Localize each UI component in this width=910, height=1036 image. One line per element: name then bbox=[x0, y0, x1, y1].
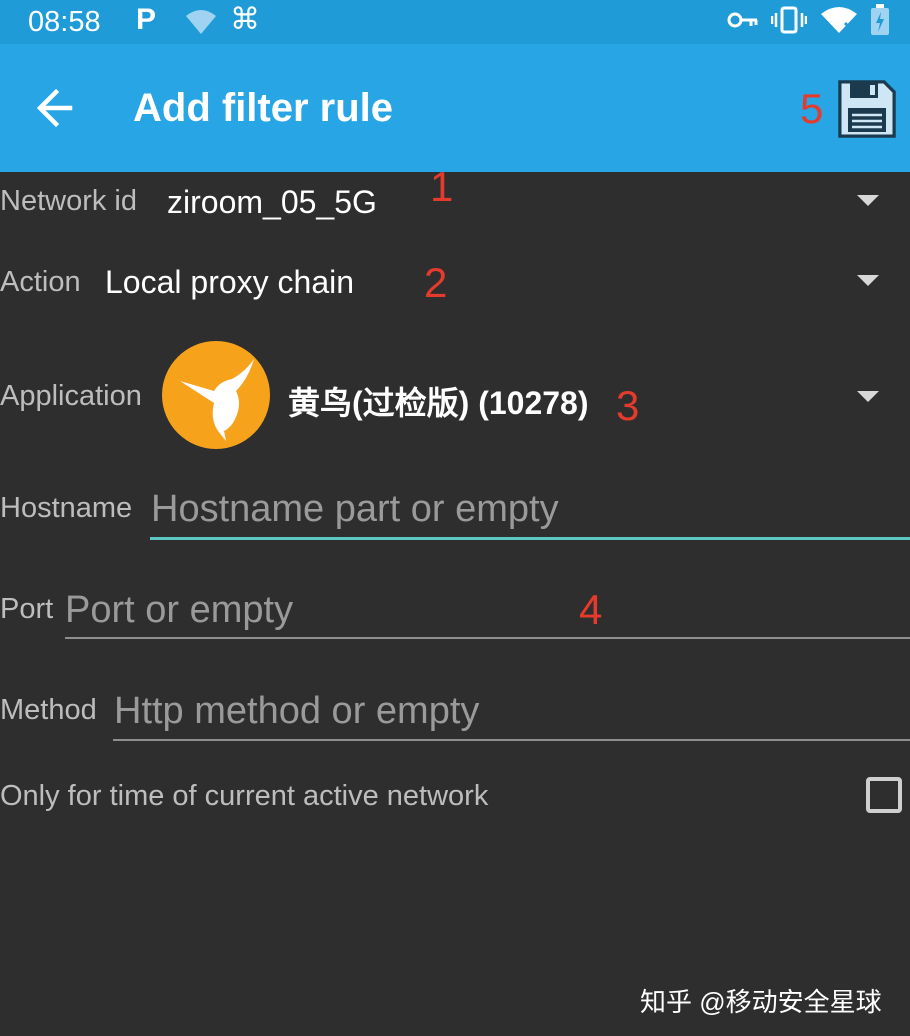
action-value[interactable]: Local proxy chain bbox=[105, 264, 354, 301]
application-value[interactable]: 黄鸟(过检版) (10278) bbox=[288, 378, 589, 424]
annotation-1: 1 bbox=[430, 163, 454, 210]
watermark: 知乎 @移动安全星球 bbox=[640, 987, 882, 1017]
method-input[interactable] bbox=[114, 688, 904, 734]
hummingbird-icon bbox=[162, 341, 270, 449]
annotation-2: 2 bbox=[424, 259, 448, 306]
app-bar: Add filter rule 5 bbox=[0, 44, 910, 172]
annotation-5: 5 bbox=[800, 85, 824, 132]
network-id-value[interactable]: ziroom_05_5G bbox=[167, 184, 377, 221]
application-label: Application bbox=[0, 380, 142, 412]
active-network-checkbox[interactable] bbox=[866, 777, 902, 813]
annotation-4: 4 bbox=[579, 586, 603, 633]
status-time: 08:58 bbox=[28, 6, 101, 38]
chevron-down-icon[interactable] bbox=[857, 195, 879, 206]
annotation-3: 3 bbox=[616, 382, 640, 429]
active-network-label: Only for time of current active network bbox=[0, 780, 489, 812]
floppy-disk-icon[interactable] bbox=[836, 78, 898, 140]
hostname-input[interactable] bbox=[151, 486, 901, 532]
method-underline bbox=[113, 739, 910, 741]
command-icon: ⌘ bbox=[230, 3, 260, 36]
status-bar: 08:58 P ⌘ bbox=[0, 0, 910, 44]
port-input[interactable] bbox=[65, 587, 895, 633]
action-label: Action bbox=[0, 266, 81, 298]
arrow-left-icon[interactable] bbox=[30, 78, 90, 138]
chevron-down-icon[interactable] bbox=[857, 275, 879, 286]
port-label: Port bbox=[0, 593, 54, 625]
parking-p-icon: P bbox=[136, 3, 157, 36]
hostname-label: Hostname bbox=[0, 492, 133, 524]
wifi-question-icon bbox=[186, 10, 216, 34]
network-id-label: Network id bbox=[0, 185, 137, 217]
vibrate-icon bbox=[771, 6, 807, 34]
battery-icon bbox=[871, 4, 889, 35]
method-label: Method bbox=[0, 694, 97, 726]
port-underline bbox=[65, 637, 910, 639]
page-title: Add filter rule bbox=[133, 86, 394, 130]
key-icon bbox=[727, 12, 758, 28]
wifi-off-icon bbox=[821, 7, 857, 33]
hostname-underline bbox=[150, 537, 910, 540]
chevron-down-icon[interactable] bbox=[857, 391, 879, 402]
